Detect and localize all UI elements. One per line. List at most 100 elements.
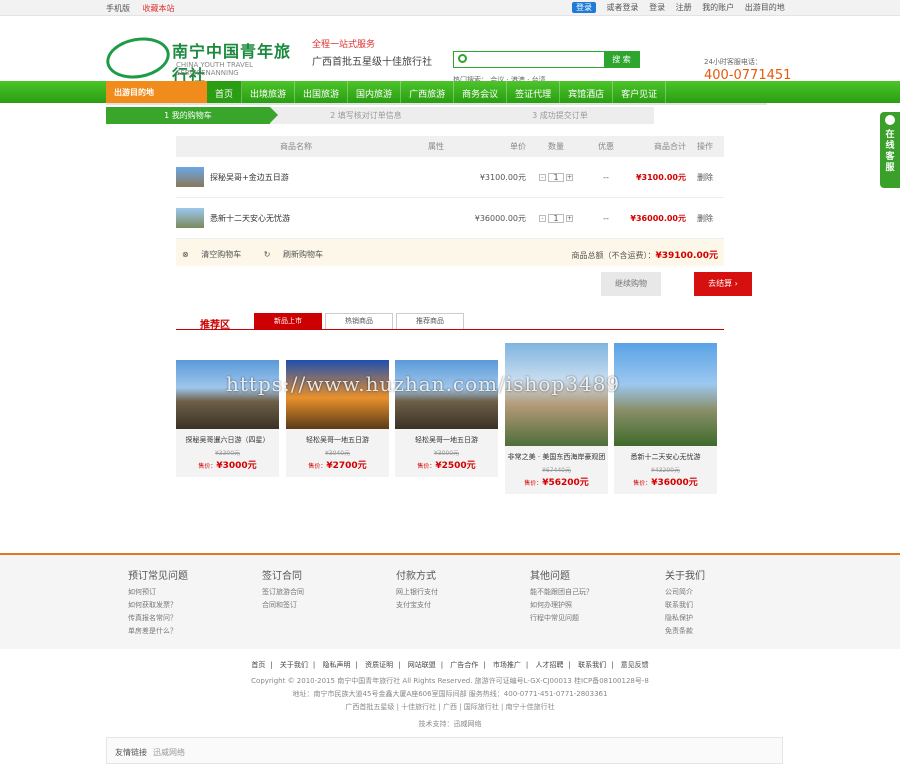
- footer-nav-link[interactable]: 资质证明: [365, 661, 393, 669]
- discount: --: [603, 213, 609, 223]
- register-link-2[interactable]: 注册: [676, 2, 692, 13]
- qty-plus-button[interactable]: +: [566, 174, 573, 181]
- product-name[interactable]: 探秘吴哥+金边五日游: [210, 172, 289, 183]
- register-link-1[interactable]: 登录: [649, 2, 665, 13]
- footer-link[interactable]: 合同和签订: [262, 599, 304, 612]
- footer-col-contract: 签订合同 签订旅游合同 合同和签订: [262, 567, 304, 612]
- nav-abroad[interactable]: 出国旅游: [295, 81, 349, 103]
- delete-button[interactable]: 删除: [686, 172, 724, 183]
- qty-minus-button[interactable]: -: [539, 215, 546, 222]
- footer-link[interactable]: 行程中常见问题: [530, 612, 593, 625]
- clear-cart-button[interactable]: ⊗ 清空购物车: [182, 250, 251, 259]
- footer-nav-link[interactable]: 网站联盟: [408, 661, 436, 669]
- footer-link[interactable]: 如何办理护照: [530, 599, 593, 612]
- product-name[interactable]: 轻松吴哥一地五日游: [286, 435, 389, 445]
- footer-nav-link[interactable]: 广告合作: [450, 661, 478, 669]
- product-thumb[interactable]: [176, 208, 204, 228]
- cart-header: 商品名称 属性 单价 数量 优惠 商品合计 操作: [176, 136, 724, 157]
- footer-link[interactable]: 如何获取发票？: [128, 599, 188, 612]
- logo[interactable]: 南宁中国青年旅行社 CHINA YOUTH TRAVEL SERVICENANN…: [103, 32, 306, 85]
- friend-link[interactable]: 迅威网络: [153, 748, 185, 757]
- qty-minus-button[interactable]: -: [539, 174, 546, 181]
- footer-link[interactable]: 如何预订: [128, 586, 188, 599]
- nav-visa[interactable]: 签证代理: [507, 81, 561, 103]
- product-name[interactable]: 轻松吴哥一地五日游: [395, 435, 498, 445]
- footer-col-title: 签订合同: [262, 571, 302, 582]
- refresh-icon: ↻: [263, 250, 274, 259]
- nav-outbound[interactable]: 出境旅游: [242, 81, 296, 103]
- nav-testimonials[interactable]: 客户见证: [613, 81, 667, 103]
- qty-plus-button[interactable]: +: [566, 215, 573, 222]
- nav-hotel[interactable]: 宾馆酒店: [560, 81, 614, 103]
- product-card[interactable]: 非常之美 · 美国东西海岸豪观团 ¥67440元 售价：¥56200元: [505, 343, 608, 494]
- qty-input[interactable]: 1: [548, 173, 564, 182]
- sale-price: 售价：¥3000元: [198, 461, 257, 471]
- footer-link[interactable]: 隐私保护: [665, 612, 705, 625]
- tab-hot[interactable]: 热销商品: [325, 313, 393, 329]
- footer-link[interactable]: 签订旅游合同: [262, 586, 304, 599]
- product-name[interactable]: 悉新十二天安心无忧游: [210, 213, 290, 224]
- tab-recommended[interactable]: 推荐商品: [396, 313, 464, 329]
- footer-link[interactable]: 能不能跟团自己玩？: [530, 586, 593, 599]
- destination-dropdown[interactable]: 出游目的地: [106, 81, 207, 103]
- delete-button[interactable]: 删除: [686, 213, 724, 224]
- footer-nav-link[interactable]: 首页: [251, 661, 265, 669]
- search-icon: [458, 54, 467, 63]
- qty-input[interactable]: 1: [548, 214, 564, 223]
- original-price: ¥43200元: [651, 467, 680, 474]
- brand-line: 广西首批五星级 | 十佳旅行社 | 广西 | 国际旅行社 | 南宁十佳旅行社: [345, 703, 555, 711]
- footer-nav-link[interactable]: 人才招聘: [535, 661, 563, 669]
- footer-link[interactable]: 支付宝支付: [396, 599, 438, 612]
- footer-nav-link[interactable]: 联系我们: [578, 661, 606, 669]
- quick-login-link[interactable]: 或者登录: [607, 2, 639, 13]
- nav-domestic[interactable]: 国内旅游: [348, 81, 402, 103]
- sale-price: 售价：¥56200元: [524, 478, 589, 488]
- product-name[interactable]: 悉新十二天安心无忧游: [614, 452, 717, 462]
- nav-guangxi[interactable]: 广西旅游: [401, 81, 455, 103]
- cart-table: 商品名称 属性 单价 数量 优惠 商品合计 操作 探秘吴哥+金边五日游 ¥310…: [176, 136, 724, 266]
- product-card[interactable]: 悉新十二天安心无忧游 ¥43200元 售价：¥36000元: [614, 343, 717, 494]
- logo-en: CHINA YOUTH TRAVEL SERVICENANNING: [176, 61, 254, 77]
- footer-link[interactable]: 单房差是什么？: [128, 625, 188, 638]
- continue-shopping-button[interactable]: 继续购物: [601, 272, 661, 296]
- tab-new[interactable]: 新品上市: [254, 313, 322, 329]
- departure-link[interactable]: 出游目的地: [745, 2, 785, 13]
- step-submit: 3 成功提交订单: [532, 111, 588, 120]
- footer-link[interactable]: 网上银行支付: [396, 586, 438, 599]
- copyright: Copyright © 2010-2015 南宁中国青年旅行社 All Righ…: [251, 677, 649, 685]
- col-attr: 属性: [428, 142, 444, 151]
- search-box[interactable]: 搜 索: [453, 51, 640, 68]
- footer-nav-link[interactable]: 关于我们: [280, 661, 308, 669]
- friend-label: 友情链接: [115, 748, 147, 757]
- footer-nav-link[interactable]: 隐私声明: [323, 661, 351, 669]
- mobile-link[interactable]: 手机版: [106, 4, 130, 13]
- product-name[interactable]: 非常之美 · 美国东西海岸豪观团: [505, 452, 608, 462]
- footer-link[interactable]: 联系我们: [665, 599, 705, 612]
- nav-home[interactable]: 首页: [207, 81, 243, 103]
- footer-link[interactable]: 免责条款: [665, 625, 705, 638]
- footer-link[interactable]: 公司简介: [665, 586, 705, 599]
- login-button[interactable]: 登录: [572, 2, 596, 13]
- footer-link[interactable]: 传真报名常问？: [128, 612, 188, 625]
- footer-nav-link[interactable]: 意见反馈: [621, 661, 649, 669]
- hotline-label: 24小时客服电话：: [704, 58, 762, 66]
- footer-col-other: 其他问题 能不能跟团自己玩？ 如何办理护照 行程中常见问题: [530, 567, 593, 625]
- nav-business[interactable]: 商务会议: [454, 81, 508, 103]
- favorite-link[interactable]: 收藏本站: [143, 4, 175, 13]
- footer-col-title: 其他问题: [530, 571, 570, 582]
- product-thumb[interactable]: [176, 167, 204, 187]
- footer-nav-link[interactable]: 市场推广: [493, 661, 521, 669]
- online-service-button[interactable]: 在线客服: [880, 112, 900, 188]
- slogan-sub: 广西首批五星级十佳旅行社: [312, 57, 432, 68]
- sum-label: 商品总额（不含运费）：: [571, 251, 656, 260]
- product-name[interactable]: 探秘吴哥暹六日游（四星）: [176, 435, 279, 445]
- sale-price: 售价：¥36000元: [633, 478, 698, 488]
- address: 地址：南宁市民族大道45号金鑫大厦A座606室国际间部 服务热线：400-077…: [292, 690, 608, 698]
- account-link[interactable]: 我的账户: [702, 2, 734, 13]
- refresh-cart-button[interactable]: ↻ 刷新购物车: [264, 250, 333, 259]
- search-button[interactable]: 搜 索: [604, 52, 639, 67]
- checkout-button[interactable]: 去结算 ›: [694, 272, 752, 296]
- top-bar: 手机版 收藏本站 登录 或者登录 登录 注册 我的账户 出游目的地: [0, 0, 900, 16]
- footer-col-title: 预订常见问题: [128, 571, 188, 582]
- product-image[interactable]: [614, 343, 717, 446]
